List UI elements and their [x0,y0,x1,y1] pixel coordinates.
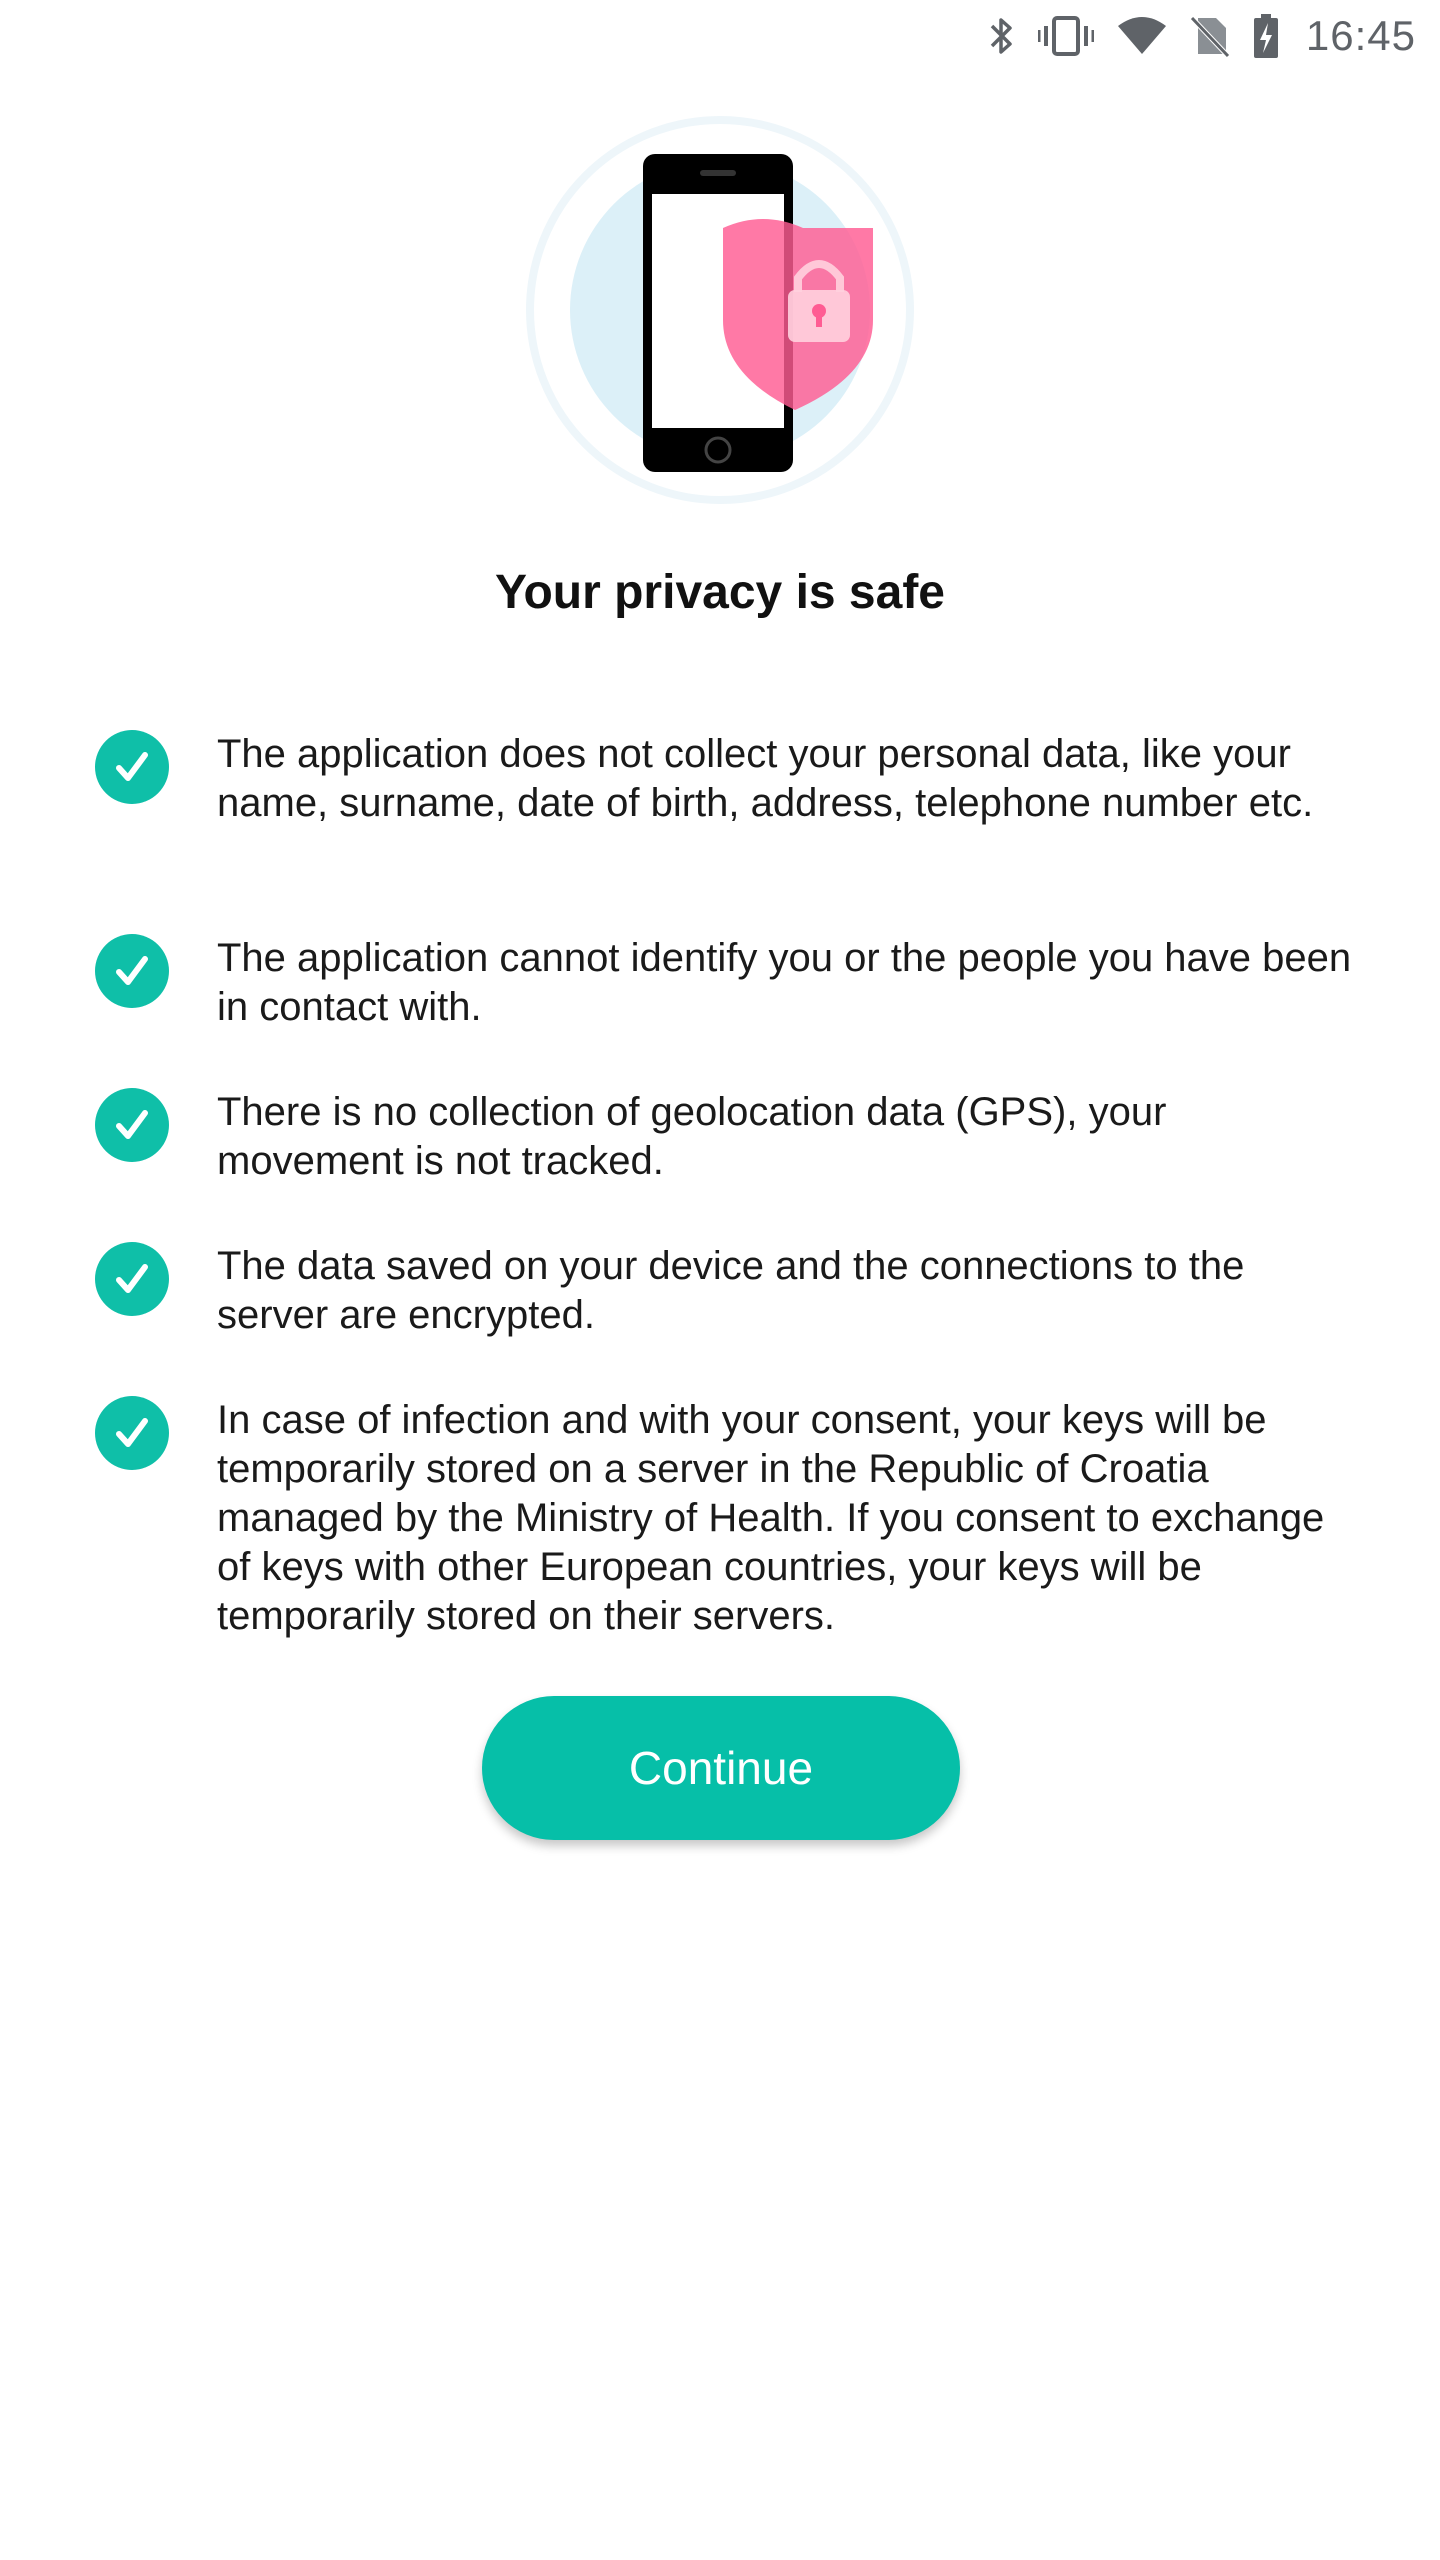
check-icon [95,730,169,804]
list-item-text: In case of infection and with your conse… [217,1398,1325,1638]
list-item-text: The application does not collect your pe… [217,732,1314,825]
phone-with-shield-lock-icon [526,116,914,504]
status-bar: 16:45 [0,0,1440,72]
bluetooth-icon [988,12,1016,60]
continue-button[interactable]: Continue [482,1696,960,1840]
list-item-text: The data saved on your device and the co… [217,1244,1245,1337]
battery-charging-icon [1252,12,1280,60]
list-item-text: There is no collection of geolocation da… [217,1090,1167,1183]
vibrate-icon [1037,12,1094,60]
check-icon [95,1242,169,1316]
wifi-icon [1116,12,1168,60]
check-icon [95,1396,169,1470]
status-time: 16:45 [1305,12,1416,59]
check-icon [95,934,169,1008]
status-icons: 16:45 [988,0,1416,72]
page-title: Your privacy is safe [495,566,945,619]
list-item-text: The application cannot identify you or t… [217,936,1352,1029]
hero-illustration [520,110,920,510]
check-icon [95,1088,169,1162]
no-sim-icon [1190,12,1230,60]
